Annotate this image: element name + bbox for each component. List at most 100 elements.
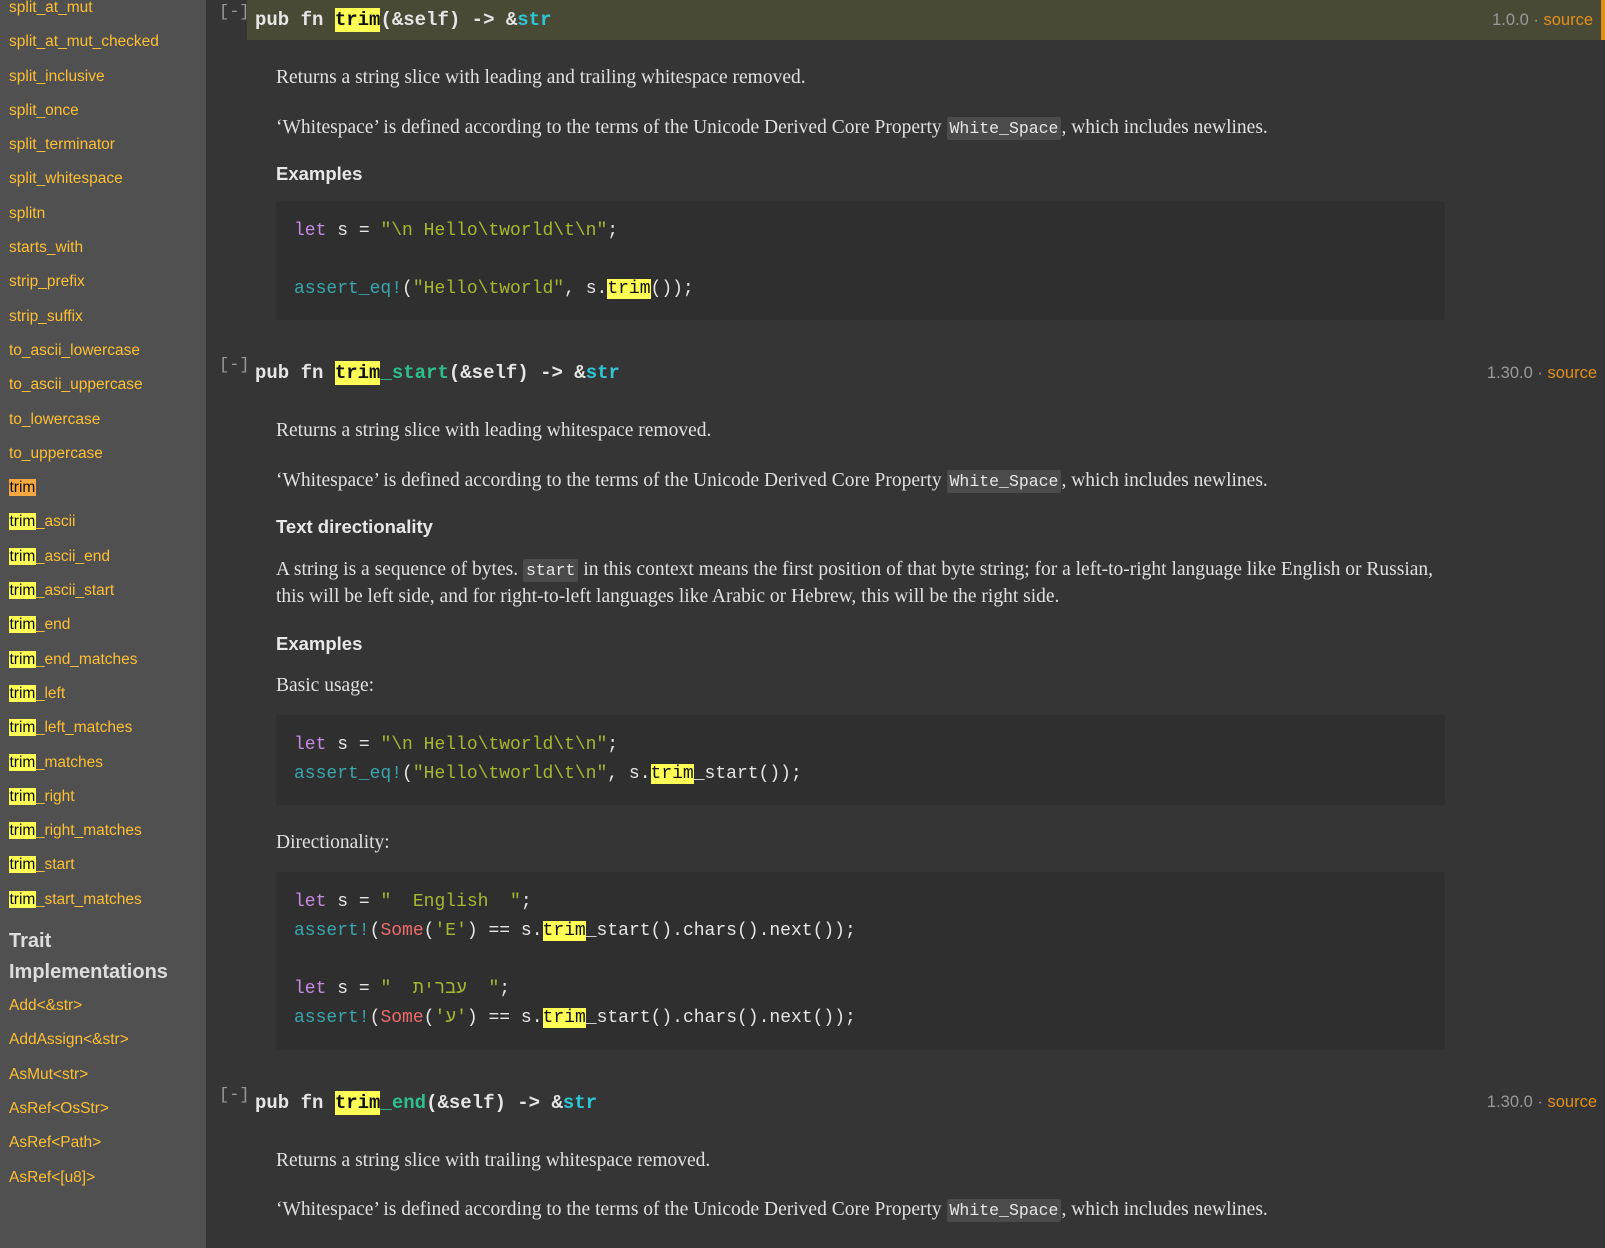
match-highlight: trim xyxy=(9,787,36,805)
examples-heading: Examples xyxy=(276,632,363,654)
sidebar-item-split-inclusive[interactable]: split_inclusive xyxy=(9,68,206,85)
method-trim-doc: Returns a string slice with leading and … xyxy=(219,64,1605,321)
source-link[interactable]: source xyxy=(1547,1093,1597,1111)
sidebar-item-label: _end xyxy=(35,616,71,634)
keyword-fn: fn xyxy=(300,362,324,385)
keyword-pub: pub xyxy=(255,362,290,385)
desc2-after: , which includes newlines. xyxy=(1061,469,1268,491)
sidebar-divider xyxy=(206,0,219,1248)
method-args: (&self) -> & xyxy=(380,9,518,31)
sidebar-trait-heading: Trait Implementations xyxy=(9,930,168,984)
sidebar-item-split-at-mut-checked[interactable]: split_at_mut_checked xyxy=(9,34,206,50)
sidebar-item-trim-ascii-start[interactable]: trim_ascii_start xyxy=(9,582,206,600)
since-version: 1.30.0 xyxy=(1486,363,1533,382)
match-highlight: trim xyxy=(9,890,36,908)
match-highlight: trim xyxy=(9,684,36,702)
sidebar-trait-addassign-str[interactable]: AddAssign<&str> xyxy=(9,1032,206,1048)
method-trim-end-meta: 1.30.0 · source xyxy=(1467,1093,1597,1112)
sidebar-item-split-at-mut[interactable]: split_at_mut xyxy=(9,0,206,16)
method-trim-start-meta: 1.30.0 · source xyxy=(1467,364,1597,383)
sidebar-item-label: _right_matches xyxy=(35,822,142,840)
method-trim-desc2: ‘Whitespace’ is defined according to the… xyxy=(276,114,1445,142)
sidebar-item-trim-matches[interactable]: trim_matches xyxy=(9,753,206,771)
method-trim-end-header: [-] pub fn trim_end(&self) -> &str 1.30.… xyxy=(219,1083,1605,1123)
sidebar-item-strip-suffix[interactable]: strip_suffix xyxy=(9,308,206,325)
method-trim: [-] pub fn trim(&self) -> &str 1.0.0 · s… xyxy=(219,0,1605,321)
method-args: (&self) -> & xyxy=(448,362,586,385)
inline-code-start: start xyxy=(522,558,579,582)
sidebar-item-split-terminator[interactable]: split_terminator xyxy=(9,137,206,153)
method-trim-meta: 1.0.0 · source xyxy=(1472,11,1593,30)
sidebar-item-split-once[interactable]: split_once xyxy=(9,103,206,119)
desc2-before: ‘Whitespace’ is defined according to the… xyxy=(276,1199,947,1221)
method-trim-start-signature: pub fn trim_start(&self) -> &str xyxy=(255,361,620,386)
sidebar-item-to-lowercase[interactable]: to_lowercase xyxy=(9,411,206,428)
sidebar-item-trim-left-matches[interactable]: trim_left_matches xyxy=(9,719,206,737)
method-trim-end-desc2: ‘Whitespace’ is defined according to the… xyxy=(276,1196,1445,1224)
sidebar-item-trim[interactable]: trim xyxy=(9,479,206,497)
sidebar-item-trim-ascii-end[interactable]: trim_ascii_end xyxy=(9,547,206,565)
method-trim-end-doc: Returns a string slice with trailing whi… xyxy=(219,1147,1605,1248)
source-link[interactable]: source xyxy=(1543,11,1593,29)
meta-separator: · xyxy=(1537,1093,1543,1112)
sidebar-item-trim-right-matches[interactable]: trim_right_matches xyxy=(9,822,206,840)
sidebar-item-to-ascii-uppercase[interactable]: to_ascii_uppercase xyxy=(9,377,206,393)
sidebar-item-label: _left xyxy=(35,684,66,702)
sidebar-item-trim-left[interactable]: trim_left xyxy=(9,684,206,702)
match-highlight: trim xyxy=(9,547,36,565)
sidebar-item-starts-with[interactable]: starts_with xyxy=(9,240,206,256)
examples-heading: Examples xyxy=(276,163,363,185)
code-block-trim-start-directionality[interactable]: let s = " English "; assert!(Some('E') =… xyxy=(276,871,1445,1050)
sidebar-item-strip-prefix[interactable]: strip_prefix xyxy=(9,274,206,290)
method-name-rest: _start xyxy=(380,362,449,385)
keyword-fn: fn xyxy=(300,9,324,31)
method-trim-signature: pub fn trim(&self) -> &str xyxy=(255,8,552,32)
sidebar-trait-asref-u8[interactable]: AsRef<[u8]> xyxy=(9,1169,206,1186)
match-highlight: trim xyxy=(9,479,36,497)
sidebar-item-trim-start-matches[interactable]: trim_start_matches xyxy=(9,890,206,908)
sidebar-trait-asref-path[interactable]: AsRef<Path> xyxy=(9,1135,206,1151)
sidebar-item-trim-right[interactable]: trim_right xyxy=(9,787,206,805)
code-block-trim[interactable]: let s = "\n Hello\tworld\t\n"; assert_eq… xyxy=(276,200,1445,321)
sidebar-item-label: _start xyxy=(35,856,75,874)
method-return-type: str xyxy=(585,362,620,385)
method-name-highlight: trim xyxy=(334,8,381,32)
method-trim-end-signature-row: pub fn trim_end(&self) -> &str 1.30.0 · … xyxy=(247,1083,1605,1123)
sidebar-trait-asmut-str[interactable]: AsMut<str> xyxy=(9,1066,206,1083)
main-content: [-] pub fn trim(&self) -> &str 1.0.0 · s… xyxy=(219,0,1605,1248)
sidebar-item-trim-end-matches[interactable]: trim_end_matches xyxy=(9,650,206,668)
sidebar-method-list: split_at_mut split_at_mut_checked split_in… xyxy=(9,0,206,908)
basic-usage-label: Basic usage: xyxy=(276,675,375,697)
source-link[interactable]: source xyxy=(1547,364,1597,382)
method-trim-desc1: Returns a string slice with leading and … xyxy=(276,67,806,88)
code-block-trim-start-basic[interactable]: let s = "\n Hello\tworld\t\n"; assert_eq… xyxy=(276,714,1445,806)
sidebar-trait-add-str[interactable]: Add<&str> xyxy=(9,998,206,1014)
collapse-toggle-icon[interactable]: [-] xyxy=(219,0,250,22)
method-trim-start-signature-row: pub fn trim_start(&self) -> &str 1.30.0 … xyxy=(247,353,1605,393)
match-highlight: trim xyxy=(9,582,36,600)
method-name-rest: _end xyxy=(380,1091,427,1114)
sidebar-trait-asref-osstr[interactable]: AsRef<OsStr> xyxy=(9,1101,206,1117)
sidebar-item-trim-end[interactable]: trim_end xyxy=(9,616,206,634)
method-trim-header: [-] pub fn trim(&self) -> &str 1.0.0 · s… xyxy=(219,0,1605,40)
inline-code-white-space: White_Space xyxy=(946,469,1062,493)
method-return-type: str xyxy=(517,9,552,31)
sidebar-item-trim-start[interactable]: trim_start xyxy=(9,856,206,874)
method-trim-signature-row: pub fn trim(&self) -> &str 1.0.0 · sourc… xyxy=(247,0,1605,40)
collapse-toggle-icon[interactable]: [-] xyxy=(219,1083,250,1105)
sidebar-item-trim-ascii[interactable]: trim_ascii xyxy=(9,513,206,531)
desc2-after: , which includes newlines. xyxy=(1061,116,1268,138)
desc2-before: ‘Whitespace’ is defined according to the… xyxy=(276,116,947,138)
sidebar-item-splitn[interactable]: splitn xyxy=(9,205,206,222)
method-args: (&self) -> & xyxy=(426,1091,563,1114)
collapse-toggle-icon[interactable]: [-] xyxy=(219,353,250,375)
method-trim-start: [-] pub fn trim_start(&self) -> &str 1.3… xyxy=(219,353,1605,1050)
sidebar-item-label: _end_matches xyxy=(35,650,138,668)
sidebar-item-to-uppercase[interactable]: to_uppercase xyxy=(9,446,206,462)
since-version: 1.30.0 xyxy=(1486,1093,1533,1112)
sidebar-item-split-whitespace[interactable]: split_whitespace xyxy=(9,171,206,187)
dir-before: A string is a sequence of bytes. xyxy=(276,558,523,580)
method-trim-start-desc1: Returns a string slice with leading whit… xyxy=(276,420,712,442)
sidebar-item-to-ascii-lowercase[interactable]: to_ascii_lowercase xyxy=(9,343,206,359)
sidebar: split_at_mut split_at_mut_checked split_in… xyxy=(0,0,206,1248)
